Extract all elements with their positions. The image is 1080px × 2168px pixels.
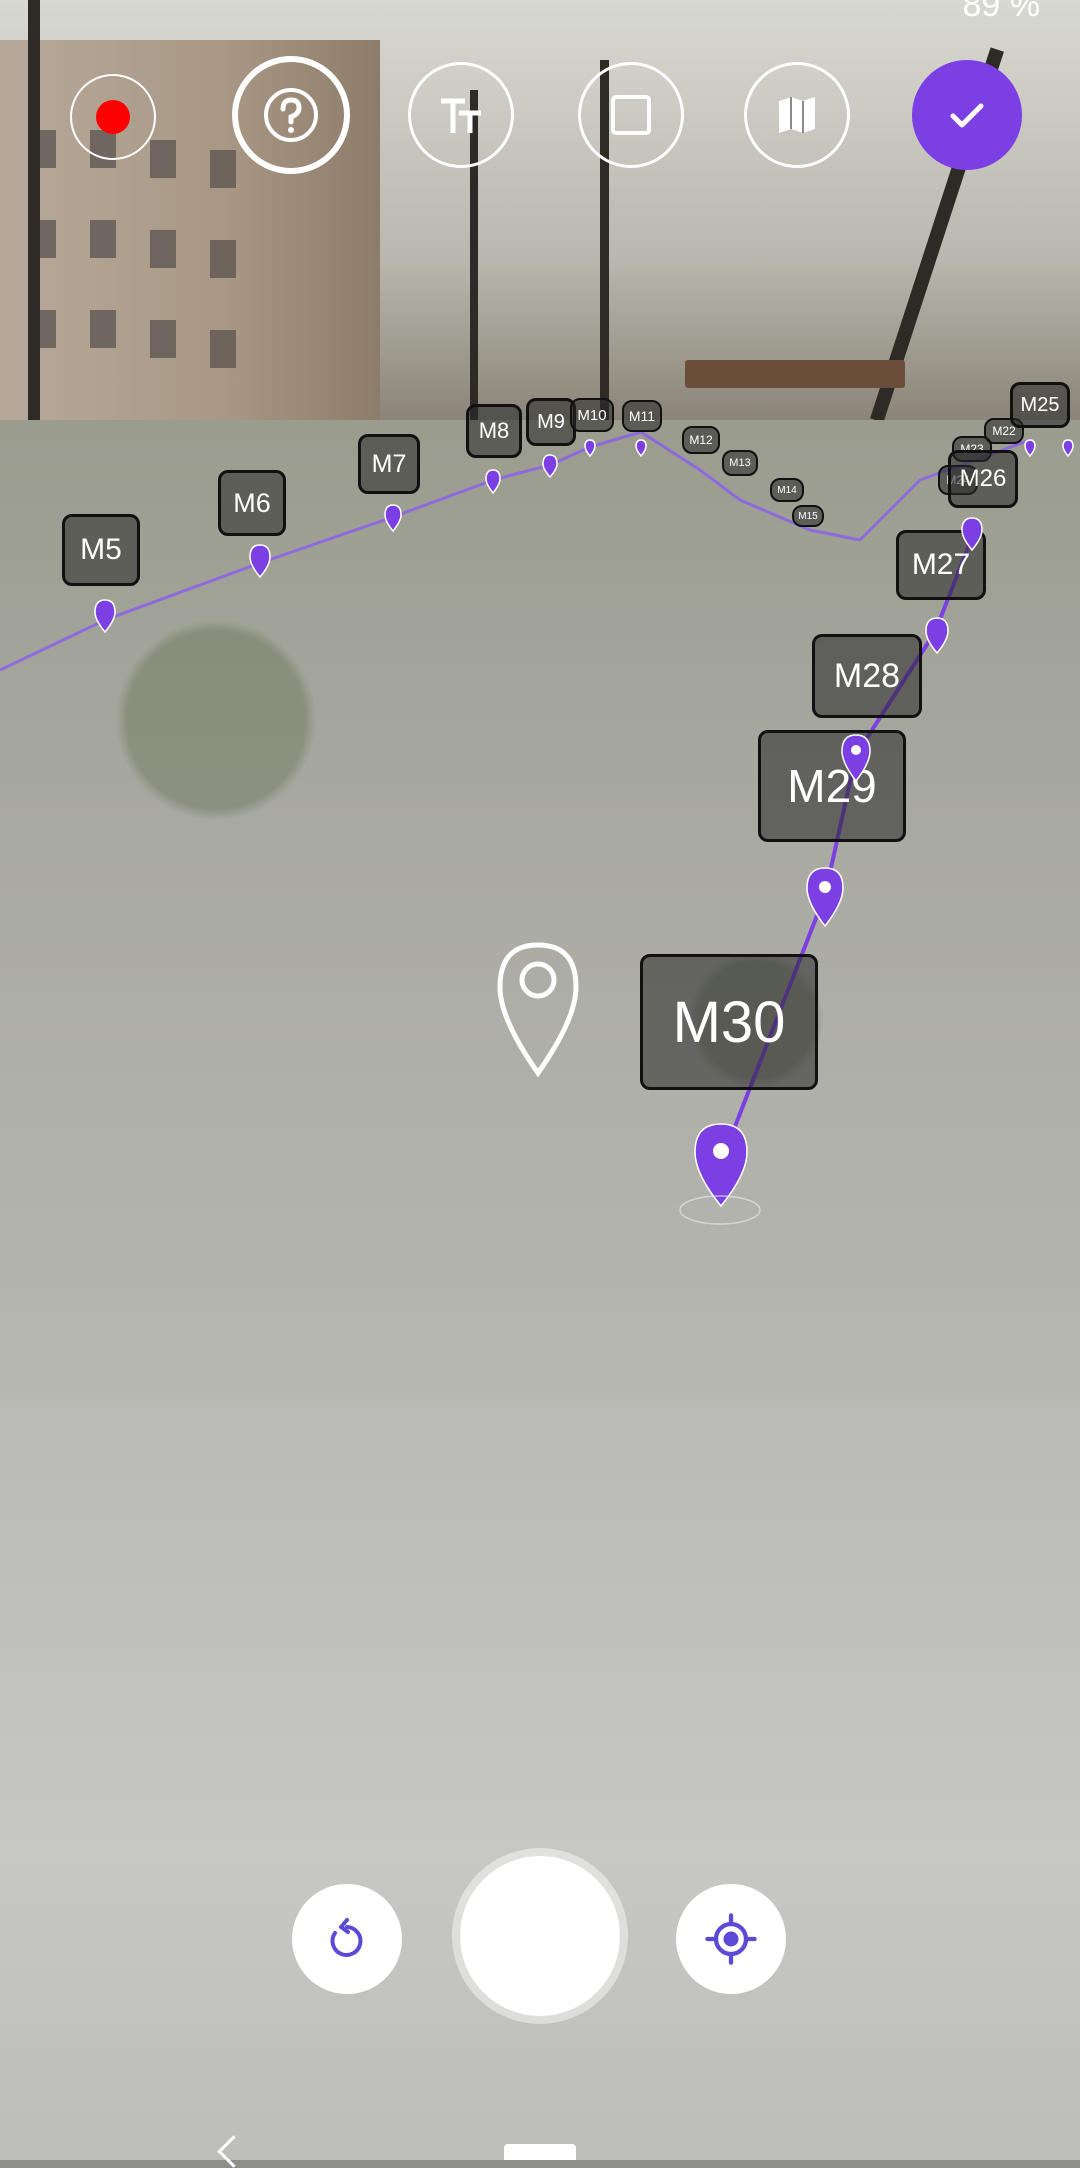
undo-button[interactable] (292, 1884, 402, 1994)
pin-icon (806, 867, 844, 928)
text-size-icon (441, 98, 481, 133)
pin-icon (694, 1123, 748, 1208)
text-size-button[interactable] (408, 62, 514, 168)
pin-icon (249, 544, 271, 579)
pin-icon (961, 517, 983, 552)
confirm-button[interactable] (912, 60, 1022, 170)
pin-icon (1024, 439, 1036, 458)
pin-icon (1062, 439, 1074, 458)
record-icon (96, 100, 130, 134)
placement-pin-icon (497, 942, 579, 1078)
pin-icon (841, 734, 871, 783)
pin-icon (485, 469, 501, 495)
map-icon (779, 97, 815, 133)
pin-icon (635, 439, 647, 458)
frame-button[interactable] (578, 62, 684, 168)
locate-icon (705, 1913, 757, 1965)
map-pins (94, 439, 1074, 1225)
pin-icon (542, 454, 558, 479)
help-icon (264, 88, 318, 142)
frame-icon (611, 95, 651, 135)
shutter-button[interactable] (460, 1856, 620, 2016)
pin-icon (584, 439, 596, 458)
locate-button[interactable] (676, 1884, 786, 1994)
pin-icon (94, 599, 116, 634)
nav-home-pill[interactable] (504, 2144, 576, 2160)
map-button[interactable] (744, 62, 850, 168)
pin-icon (925, 617, 949, 655)
help-button[interactable] (232, 56, 350, 174)
pin-icon (384, 504, 402, 533)
undo-icon (330, 1918, 363, 1957)
record-button[interactable] (70, 74, 156, 160)
checkmark-icon (950, 103, 984, 128)
